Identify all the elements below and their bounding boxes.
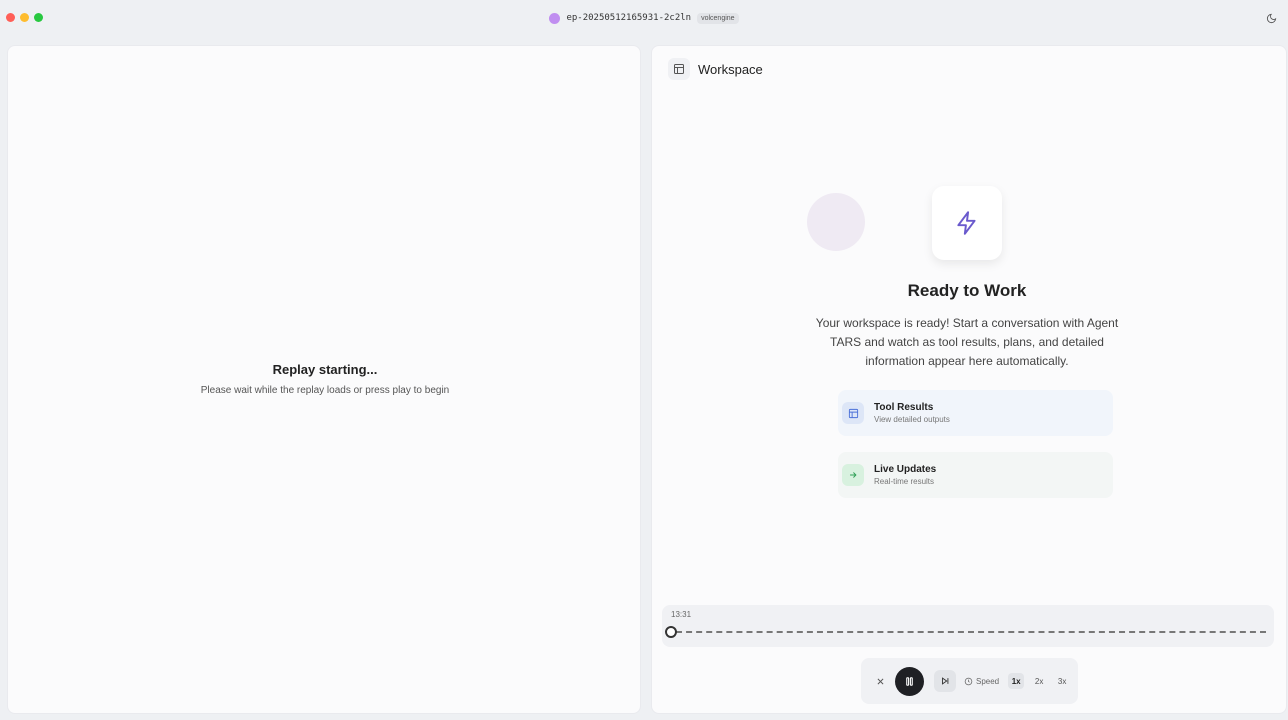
ready-title: Ready to Work xyxy=(907,281,1027,300)
speed-label: Speed xyxy=(976,676,1000,686)
pause-icon xyxy=(906,676,913,686)
workspace-title: Workspace xyxy=(698,61,763,77)
close-window-button[interactable] xyxy=(6,13,15,22)
speed-3x-option[interactable]: 3x xyxy=(1054,673,1070,689)
exit-replay-button[interactable] xyxy=(873,674,887,688)
skip-to-end-button[interactable] xyxy=(934,670,956,692)
replay-timeline: 13:31 xyxy=(662,605,1274,647)
replay-title: Replay starting... xyxy=(272,362,378,377)
feature-subtitle: View detailed outputs xyxy=(874,415,950,424)
model-badge: volcengine xyxy=(697,12,739,24)
lightning-icon xyxy=(957,211,976,235)
ready-description: Your workspace is ready! Start a convers… xyxy=(815,316,1119,368)
arrow-right-icon xyxy=(842,464,864,486)
feature-title: Live Updates xyxy=(874,464,937,475)
chat-panel: Replay starting... Please wait while the… xyxy=(7,45,641,714)
timeline-track[interactable] xyxy=(676,631,1266,633)
speed-2x-option[interactable]: 2x xyxy=(1031,673,1047,689)
maximize-window-button[interactable] xyxy=(34,13,43,22)
title-bar: ep-20250512165931-2c2ln volcengine xyxy=(0,0,1288,36)
feature-live-updates: Live Updates Real-time results xyxy=(838,452,1113,498)
speed-selector: Speed 1x 2x 3x xyxy=(964,673,1070,689)
session-info: ep-20250512165931-2c2ln volcengine xyxy=(549,12,739,24)
timestamp-label: 13:31 xyxy=(671,610,692,619)
replay-subtitle: Please wait while the replay loads or pr… xyxy=(200,385,450,396)
minimize-window-button[interactable] xyxy=(20,13,29,22)
session-id: ep-20250512165931-2c2ln xyxy=(566,13,692,23)
close-icon xyxy=(877,678,883,684)
workspace-header: Workspace xyxy=(668,58,763,80)
panel-icon xyxy=(842,402,864,424)
clock-icon xyxy=(964,677,973,685)
skip-forward-icon xyxy=(942,677,949,685)
replay-status: Replay starting... Please wait while the… xyxy=(8,362,642,396)
feature-subtitle: Real-time results xyxy=(874,477,935,486)
workspace-panel: Workspace Ready to Work Your workspace i… xyxy=(651,45,1287,714)
timeline-scrubber[interactable] xyxy=(665,626,677,638)
app-window: ep-20250512165931-2c2ln volcengine Repla… xyxy=(0,0,1288,720)
bolt-card xyxy=(932,186,1002,260)
pause-button[interactable] xyxy=(895,666,924,696)
window-controls xyxy=(6,13,43,22)
speed-1x-option[interactable]: 1x xyxy=(1008,673,1025,689)
decorative-circle xyxy=(807,193,865,251)
player-controls: Speed 1x 2x 3x xyxy=(861,658,1078,704)
session-status-dot xyxy=(549,12,561,24)
theme-toggle-button[interactable] xyxy=(1264,11,1278,25)
feature-tool-results: Tool Results View detailed outputs xyxy=(838,390,1113,436)
moon-icon xyxy=(1266,13,1276,23)
panel-icon xyxy=(668,58,690,80)
feature-title: Tool Results xyxy=(874,402,934,413)
